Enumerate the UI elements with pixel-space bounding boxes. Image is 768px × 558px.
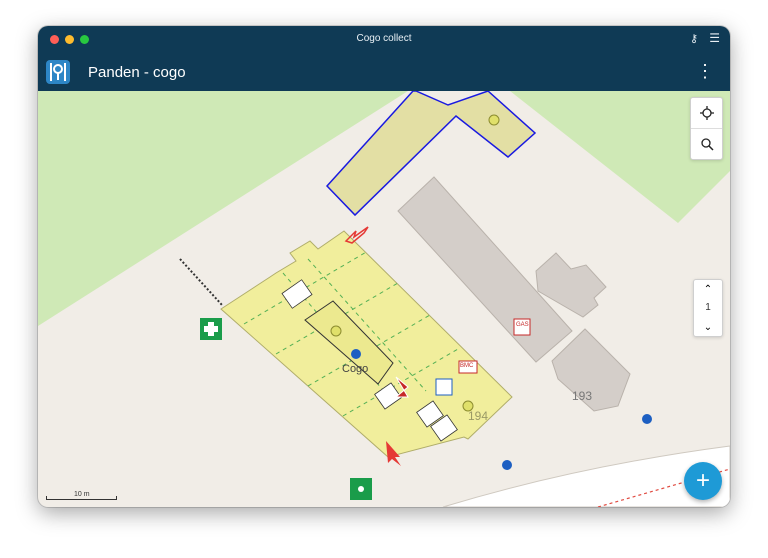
level-down-button[interactable]: ⌄ [694, 318, 722, 336]
floor-level-panel: ⌃ 1 ⌄ [693, 279, 723, 337]
app-window: Cogo collect ⚷ ☰ Panden - cogo ⋮ Cogo 19… [38, 26, 730, 507]
yellow-marker-north [488, 114, 500, 126]
bmc-symbol-label: BMC [460, 363, 474, 369]
fence-line [179, 258, 223, 306]
gas-symbol-label: GAS [516, 322, 529, 328]
building-label-cogo: Cogo [342, 363, 369, 375]
add-feature-button[interactable]: + [684, 462, 722, 500]
blue-point-south [502, 460, 512, 470]
search-button[interactable] [691, 129, 722, 159]
app-logo [46, 60, 70, 84]
page-title: Panden - cogo [88, 64, 186, 81]
chevron-down-icon: ⌄ [703, 321, 713, 333]
map-pin-logo-icon [50, 63, 66, 81]
hamburger-menu-icon[interactable]: ☰ [709, 31, 720, 45]
yellow-marker-room [330, 325, 342, 337]
blue-point-east [642, 414, 652, 424]
map-canvas[interactable] [38, 91, 730, 507]
house-number-194: 194 [468, 409, 489, 423]
more-vertical-icon[interactable]: ⋮ [696, 61, 714, 81]
house-number-193: 193 [572, 389, 593, 403]
plus-icon: + [695, 467, 710, 494]
blue-point-cogo [351, 349, 361, 359]
map-view[interactable]: Cogo 194 193 GAS BMC ⌃ 1 ⌄ 10 m + [38, 91, 730, 507]
search-icon [700, 138, 714, 151]
key-icon[interactable]: ⚷ [690, 32, 698, 45]
app-bar: Panden - cogo ⋮ [38, 53, 730, 91]
window-titlebar: Cogo collect ⚷ ☰ [38, 26, 730, 53]
current-level: 1 [705, 302, 711, 313]
level-up-button[interactable]: ⌃ [694, 280, 722, 298]
chevron-up-icon: ⌃ [703, 283, 713, 295]
extinguisher-icon [435, 378, 453, 396]
scale-bar [46, 496, 117, 500]
crosshair-locate-icon [699, 106, 714, 120]
locate-button[interactable] [691, 98, 722, 128]
map-tools-panel [690, 97, 723, 160]
window-title: Cogo collect [356, 33, 412, 44]
